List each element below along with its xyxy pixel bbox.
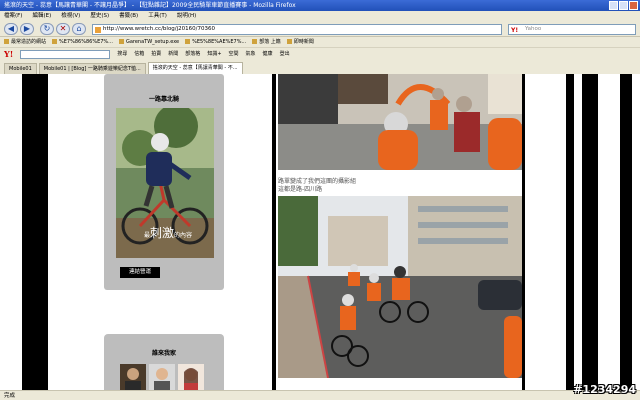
bookmark-item[interactable]: 部落 上籍 (252, 37, 281, 47)
window-titlebar: 搖滾的天空 - 蕊意【馬讓青華閣 - 不讓月晶爭】 - 【駐點雜記】2009全民… (0, 0, 640, 11)
visitor-avatar[interactable] (178, 364, 204, 390)
blog-sidebar: 一路靠北騎 最刺激的內容 連結營運 誰來我家 (104, 74, 224, 390)
blog-post: 路單變成了我們這團的攝影組 這都是路-四川路 (276, 74, 522, 390)
yahoo-item-weather[interactable]: 氣象 (246, 48, 256, 61)
yahoo-item-auction[interactable]: 拍賣 (151, 48, 161, 61)
close-icon[interactable] (629, 1, 638, 10)
yahoo-item-blog[interactable]: 部落格 (185, 48, 200, 61)
sidebar-panel-title: 誰來我家 (151, 350, 176, 357)
search-input[interactable]: Y! Yahoo (508, 24, 636, 35)
page-content: 一路靠北騎 最刺激的內容 連結營運 誰來我家 路單變成了我們這團的攝影組 這都是… (0, 74, 640, 390)
decorative-stripe (566, 74, 574, 390)
menu-file[interactable]: 檔案(F) (4, 11, 22, 21)
menu-view[interactable]: 檢視(V) (61, 11, 80, 21)
tab-mobile01-blog[interactable]: Mobile01 | [Blog] 一路騎乘遊樂紀念T恤... (38, 63, 146, 74)
menu-edit[interactable]: 編輯(E) (32, 11, 51, 21)
decorative-stripe (22, 74, 48, 390)
sidebar-panel-profile: 一路靠北騎 最刺激的內容 連結營運 (104, 74, 224, 290)
bookmark-item[interactable]: %E7%86%86%E7%... (52, 37, 113, 47)
menu-help[interactable]: 說明(H) (177, 11, 196, 21)
yahoo-search-field[interactable] (20, 50, 111, 59)
decorative-stripe (582, 74, 598, 390)
yahoo-item-mail[interactable]: 信箱 (134, 48, 144, 61)
url-text: http://www.wretch.cc/blog/j20160/70360 (103, 26, 216, 32)
forward-icon[interactable]: ▶ (20, 23, 34, 35)
bookmark-item[interactable]: 最常造訪的網站 (4, 37, 46, 47)
race-photo-street (278, 196, 522, 378)
menu-history[interactable]: 歷史(S) (90, 11, 109, 21)
reload-icon[interactable]: ↻ (40, 23, 54, 35)
yahoo-search-icon: Y! (511, 27, 519, 34)
url-bar[interactable]: http://www.wretch.cc/blog/j20160/70360 (92, 24, 502, 35)
decorative-stripe (620, 74, 632, 390)
menu-bookmarks[interactable]: 書籤(B) (119, 11, 138, 21)
post-caption: 路單變成了我們這團的攝影組 這都是路-四川路 (278, 178, 408, 194)
tab-strip: Mobile01 Mobile01 | [Blog] 一路騎乘遊樂紀念T恤...… (0, 61, 640, 74)
bookmark-item[interactable]: %E5%8E%AE%E7%... (185, 37, 246, 47)
yahoo-item-search[interactable]: 搜尋 (117, 48, 127, 61)
stop-icon[interactable]: ✕ (56, 23, 70, 35)
yahoo-item-health[interactable]: 健康 (263, 48, 273, 61)
bookmark-item[interactable]: 即時新聞 (287, 37, 314, 47)
status-bar: 完成 (0, 390, 640, 400)
bookmarks-toolbar: 最常造訪的網站 %E7%86%86%E7%... GarenaTW_setup.… (0, 37, 640, 47)
sidebar-panel-title: 一路靠北騎 (148, 96, 179, 103)
home-icon[interactable]: ⌂ (72, 23, 86, 35)
yahoo-logo[interactable]: Y! (4, 48, 13, 61)
yahoo-item-news[interactable]: 新聞 (168, 48, 178, 61)
status-text: 完成 (4, 393, 16, 399)
window-controls (609, 1, 638, 10)
yahoo-item-knowledge[interactable]: 知識+ (207, 48, 221, 61)
minimize-icon[interactable] (609, 1, 618, 10)
decorative-stripe (522, 74, 525, 390)
caption-line: 路單變成了我們這團的攝影組 (278, 178, 357, 185)
window-title: 搖滾的天空 - 蕊意【馬讓青華閣 - 不讓月晶爭】 - 【駐點雜記】2009全民… (4, 2, 296, 9)
slogan-suffix: 的內容 (174, 232, 193, 239)
visitor-avatar[interactable] (120, 364, 146, 390)
site-favicon-icon (95, 27, 101, 33)
visitor-avatar[interactable] (149, 364, 175, 390)
back-icon[interactable]: ◀ (4, 23, 18, 35)
race-photo-top (278, 74, 522, 170)
bookmark-item[interactable]: GarenaTW_setup.exe (119, 37, 179, 47)
slogan-highlight: 刺激 (150, 226, 175, 240)
tab-current-blog[interactable]: 搖滾的天空 - 蕊意【馬讓青華閣 - 不... (147, 62, 243, 74)
menu-bar: 檔案(F) 編輯(E) 檢視(V) 歷史(S) 書籤(B) 工具(T) 說明(H… (0, 11, 640, 21)
maximize-icon[interactable] (619, 1, 628, 10)
yahoo-item-logout[interactable]: 登出 (280, 48, 290, 61)
tab-mobile01[interactable]: Mobile01 (4, 63, 37, 74)
menu-tools[interactable]: 工具(T) (148, 11, 167, 21)
join-link-button[interactable]: 連結營運 (120, 267, 160, 278)
caption-line: 這都是路-四川路 (278, 186, 323, 193)
profile-banner-image: 最刺激的內容 (116, 108, 214, 258)
yahoo-item-space[interactable]: 空間 (229, 48, 239, 61)
navigation-toolbar: ◀ ▶ ↻ ✕ ⌂ http://www.wretch.cc/blog/j201… (0, 21, 640, 37)
image-watermark: #1234294 (573, 383, 636, 396)
yahoo-toolbar: Y! 搜尋 信箱 拍賣 新聞 部落格 知識+ 空間 氣象 健康 登出 (0, 47, 640, 61)
banner-slogan: 最刺激的內容 (144, 224, 192, 241)
search-placeholder: Yahoo (525, 26, 542, 32)
